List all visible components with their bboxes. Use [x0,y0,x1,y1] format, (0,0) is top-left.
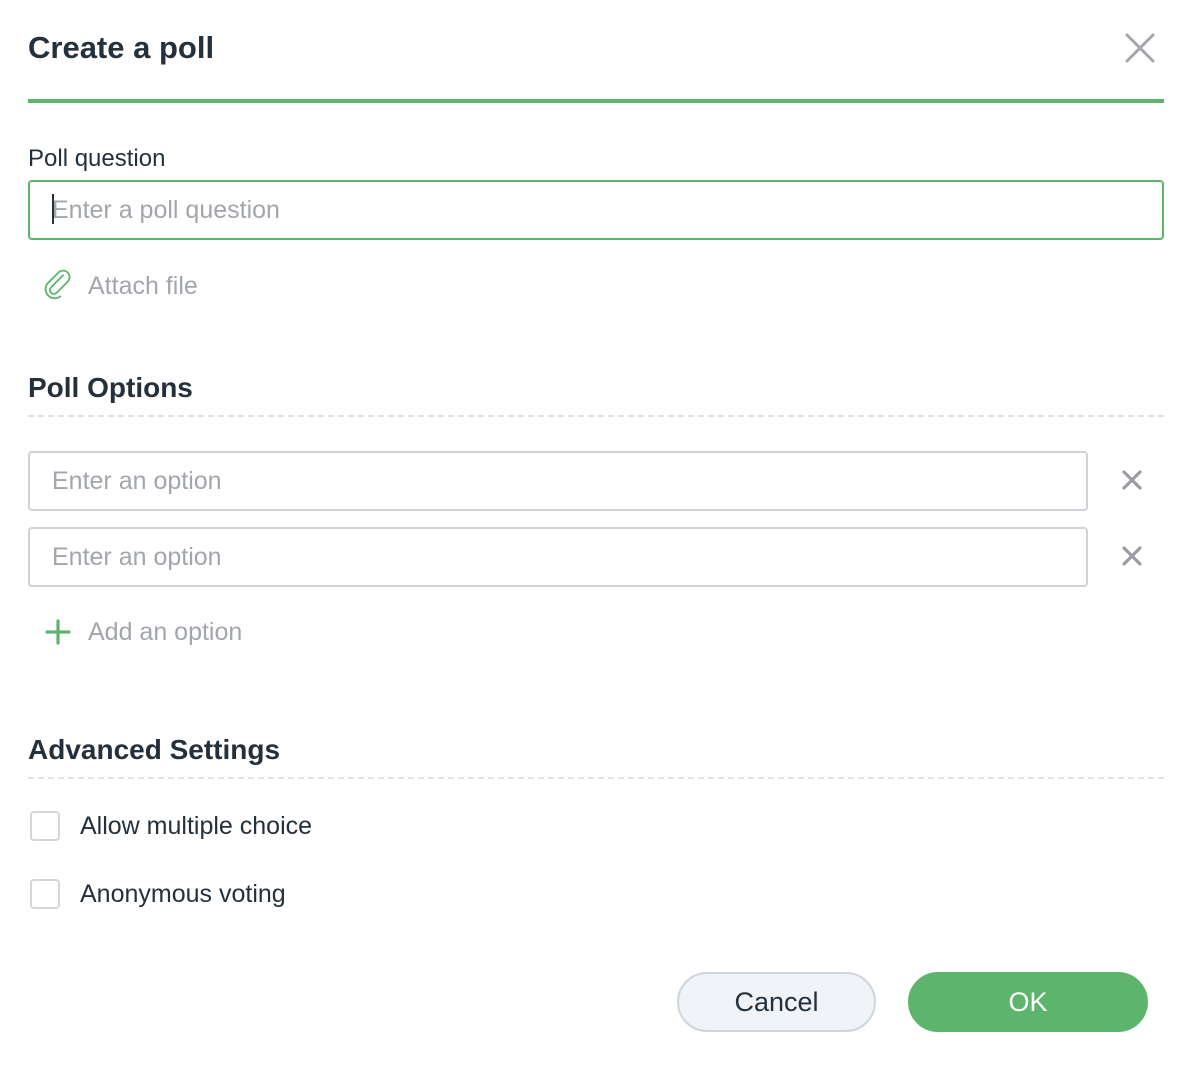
poll-question-input[interactable] [28,180,1164,240]
allow-multiple-choice-option[interactable]: Allow multiple choice [30,811,312,841]
allow-multiple-choice-checkbox[interactable] [30,811,60,841]
ok-button[interactable]: OK [908,972,1148,1032]
anonymous-voting-label: Anonymous voting [80,879,286,908]
advanced-settings-heading: Advanced Settings [28,734,281,765]
poll-options-heading: Poll Options [28,372,193,403]
close-icon [1122,470,1142,490]
close-button[interactable] [1122,30,1158,66]
add-option-button[interactable]: Add an option [44,614,242,650]
header-divider [28,99,1164,103]
option-input-1[interactable] [28,451,1088,511]
close-icon [1125,33,1155,63]
anonymous-voting-option[interactable]: Anonymous voting [30,879,286,909]
poll-question-label: Poll question [28,145,166,172]
text-cursor [52,194,54,224]
remove-option-1-button[interactable] [1118,466,1146,494]
create-poll-dialog: Create a poll Poll question Attach file … [0,0,1196,1078]
cancel-button[interactable]: Cancel [677,972,876,1032]
remove-option-2-button[interactable] [1118,542,1146,570]
attach-file-button[interactable]: Attach file [40,268,198,304]
attach-file-label: Attach file [88,271,198,300]
plus-icon [45,619,71,645]
advanced-settings-divider [28,777,1164,779]
dialog-title: Create a poll [28,30,215,65]
allow-multiple-choice-label: Allow multiple choice [80,811,313,840]
anonymous-voting-checkbox[interactable] [30,879,60,909]
poll-options-divider [28,415,1164,417]
paperclip-icon [44,269,71,300]
add-option-label: Add an option [88,617,243,646]
option-input-2[interactable] [28,527,1088,587]
close-icon [1122,546,1142,566]
